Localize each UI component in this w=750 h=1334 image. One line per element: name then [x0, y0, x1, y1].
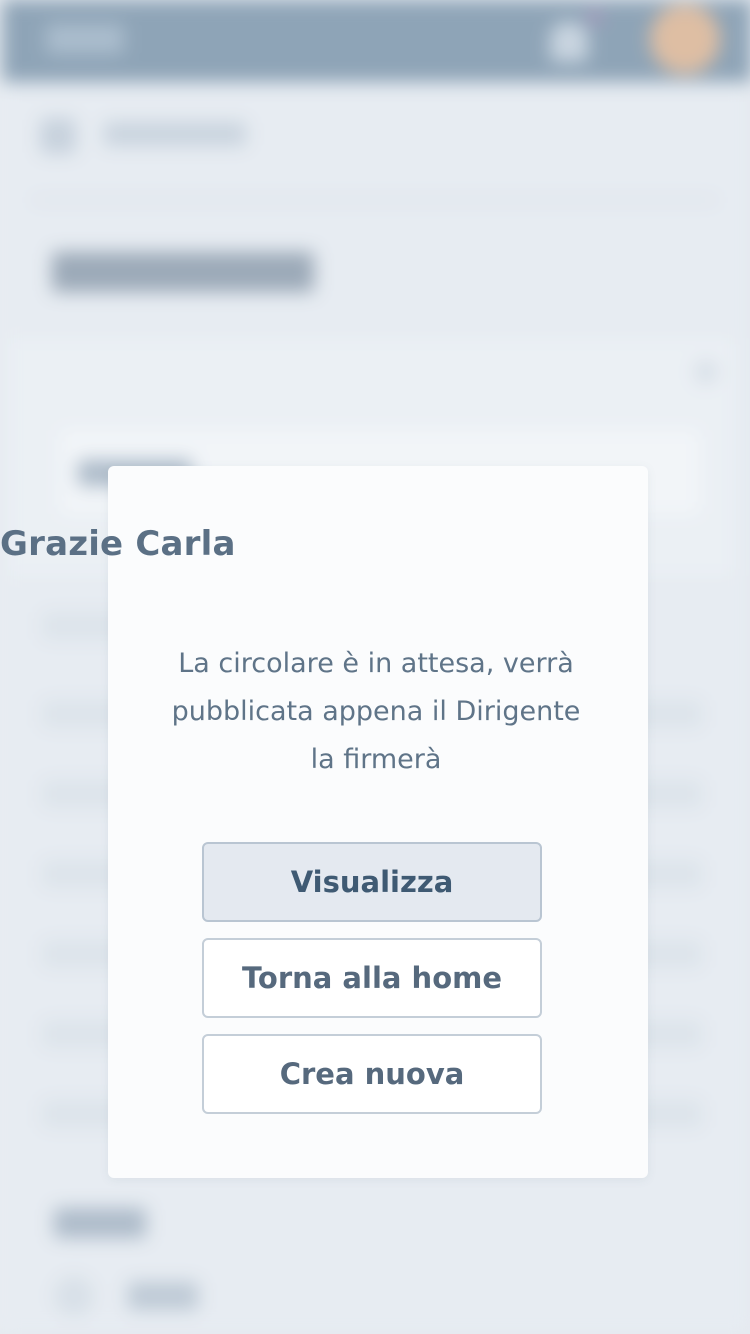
dialog-title: Grazie Carla	[0, 524, 236, 564]
dialog-message-line: La circolare è in attesa, verrà	[178, 648, 574, 679]
dialog-message: La circolare è in attesa, verrà pubblica…	[160, 640, 592, 784]
screen: Grazie Carla La circolare è in attesa, v…	[0, 0, 750, 1334]
create-new-button[interactable]: Crea nuova	[202, 1034, 542, 1114]
dialog-message-line: la firmerà	[310, 744, 442, 775]
view-button[interactable]: Visualizza	[202, 842, 542, 922]
back-to-home-button[interactable]: Torna alla home	[202, 938, 542, 1018]
dialog-message-line: pubblicata appena il Dirigente	[171, 696, 581, 727]
